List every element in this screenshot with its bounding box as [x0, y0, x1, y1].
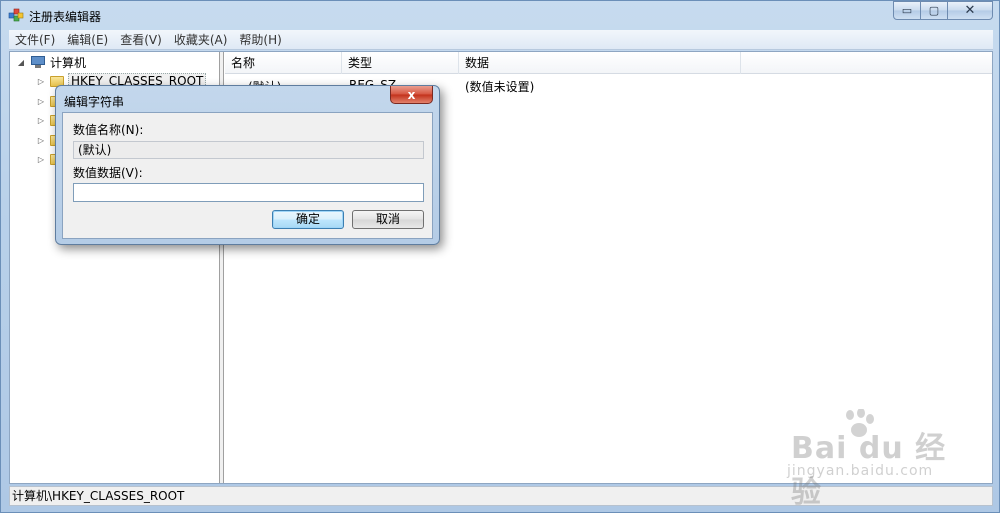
expand-icon[interactable]: ▷ — [36, 135, 46, 145]
expand-icon[interactable]: ▷ — [36, 76, 46, 86]
registry-editor-icon — [8, 8, 24, 22]
collapse-icon[interactable]: ◢ — [16, 57, 26, 67]
registry-editor-window: 注册表编辑器 ▭ ▢ ✕ 文件(F) 编辑(E) 查看(V) 收藏夹(A) 帮助… — [0, 0, 1000, 513]
menu-bar: 文件(F) 编辑(E) 查看(V) 收藏夹(A) 帮助(H) — [9, 30, 993, 50]
value-data-input[interactable] — [73, 183, 424, 202]
title-bar[interactable]: 注册表编辑器 ▭ ▢ ✕ — [1, 1, 999, 29]
value-name-label: 数值名称(N): — [73, 123, 144, 137]
edit-string-dialog: 编辑字符串 x 数值名称(N): (默认) 数值数据(V): 确定 取消 — [55, 85, 440, 245]
minimize-icon: ▭ — [901, 4, 913, 17]
close-icon: ✕ — [964, 3, 976, 18]
status-path: 计算机\HKEY_CLASSES_ROOT — [12, 489, 185, 503]
dialog-body: 数值名称(N): (默认) 数值数据(V): 确定 取消 — [62, 112, 433, 239]
close-button[interactable]: ✕ — [947, 1, 993, 20]
expand-icon[interactable]: ▷ — [36, 154, 46, 164]
tree-item-label: 计算机 — [50, 55, 87, 70]
list-header: 名称 类型 数据 — [225, 52, 992, 74]
maximize-icon: ▢ — [928, 4, 940, 17]
baidu-watermark: Bai du 经验 jingyan.baidu.com — [761, 409, 951, 510]
maximize-button[interactable]: ▢ — [920, 1, 948, 20]
column-header-type[interactable]: 类型 — [342, 52, 459, 74]
value-data-label: 数值数据(V): — [73, 166, 143, 180]
tree-item-computer[interactable]: ◢ 计算机 — [16, 53, 86, 71]
cancel-button[interactable]: 取消 — [352, 210, 424, 229]
menu-help[interactable]: 帮助(H) — [233, 31, 287, 48]
menu-view[interactable]: 查看(V) — [114, 31, 168, 48]
dialog-title: 编辑字符串 — [64, 95, 125, 109]
menu-favorites[interactable]: 收藏夹(A) — [168, 31, 234, 48]
value-data: (数值未设置) — [465, 80, 535, 94]
window-title: 注册表编辑器 — [29, 10, 102, 24]
dialog-close-button[interactable]: x — [390, 86, 433, 104]
computer-icon — [30, 55, 46, 69]
caption-buttons: ▭ ▢ ✕ — [893, 1, 993, 21]
close-icon: x — [407, 87, 416, 102]
menu-file[interactable]: 文件(F) — [9, 31, 61, 48]
minimize-button[interactable]: ▭ — [893, 1, 921, 20]
ok-button[interactable]: 确定 — [272, 210, 344, 229]
column-header-name[interactable]: 名称 — [225, 52, 342, 74]
expand-icon[interactable]: ▷ — [36, 115, 46, 125]
column-header-data[interactable]: 数据 — [459, 52, 741, 74]
watermark-url: jingyan.baidu.com — [787, 463, 934, 479]
menu-edit[interactable]: 编辑(E) — [61, 31, 114, 48]
expand-icon[interactable]: ▷ — [36, 96, 46, 106]
value-name-field: (默认) — [73, 141, 424, 159]
